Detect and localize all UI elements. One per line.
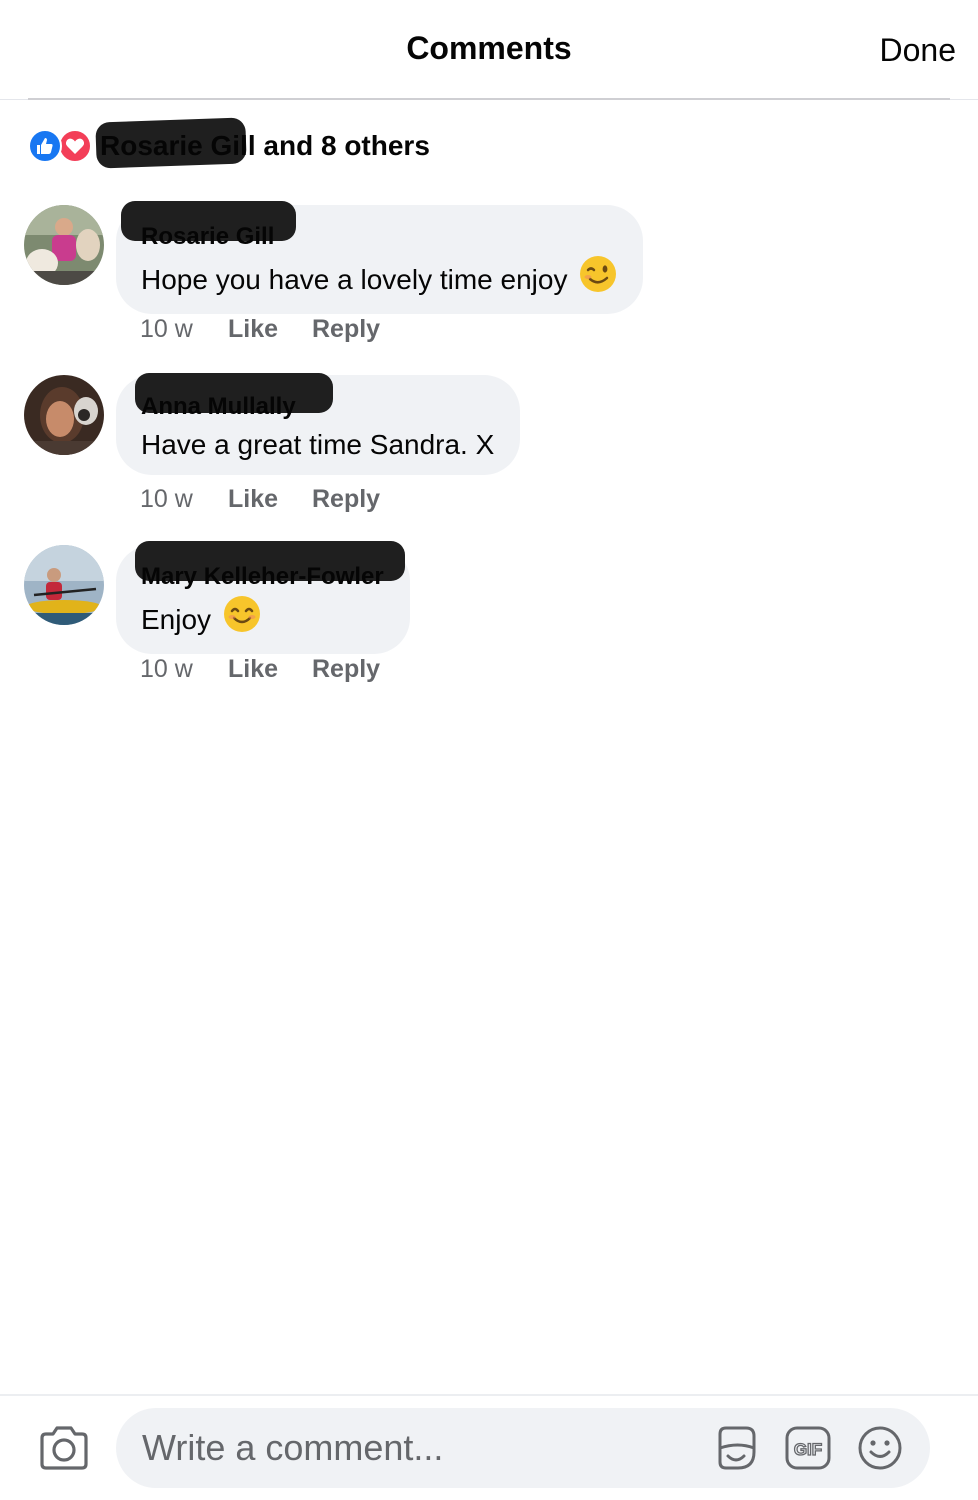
comment-composer: GIF [0, 1394, 978, 1500]
reactions-summary[interactable]: Rosarie Gill and 8 others [28, 117, 430, 169]
comment-author[interactable]: Mary Kelleher-Fowler [135, 541, 405, 591]
comment-time: 10 w [140, 315, 193, 343]
like-button[interactable]: Like [228, 485, 312, 514]
done-button[interactable]: Done [880, 32, 957, 69]
reactions-others: and 8 others [263, 130, 430, 161]
comment-text: Enjoy [141, 595, 384, 644]
comment-author[interactable]: Anna Mullally [135, 373, 494, 421]
header-divider-inner [28, 98, 950, 100]
avatar[interactable] [24, 545, 104, 625]
comment-bubble: Mary Kelleher-Fowler Enjoy [116, 541, 410, 654]
footer-divider [0, 1394, 978, 1396]
comment-text: Have a great time Sandra. X [141, 429, 495, 460]
gif-label: GIF [794, 1440, 822, 1459]
reply-button[interactable]: Reply [312, 485, 380, 514]
avatar[interactable] [24, 205, 104, 285]
love-icon [58, 129, 92, 163]
comment-meta: 10 w Like Reply [140, 485, 380, 514]
comment-bubble: Rosarie Gill Hope you have a lovely time… [116, 201, 644, 314]
comment-author[interactable]: Rosarie Gill [121, 201, 617, 251]
comment-bubble: Anna Mullally Have a great time Sandra. … [116, 373, 521, 475]
camera-icon[interactable] [38, 1424, 90, 1472]
page-title: Comments [406, 30, 572, 66]
gif-icon[interactable]: GIF [784, 1424, 832, 1472]
emoji-icon[interactable] [856, 1424, 904, 1472]
comment-time: 10 w [140, 655, 193, 683]
reply-button[interactable]: Reply [312, 315, 380, 344]
avatar[interactable] [24, 375, 104, 455]
comments-header: Comments Done [0, 0, 978, 100]
comment-meta: 10 w Like Reply [140, 315, 380, 344]
like-button[interactable]: Like [228, 315, 312, 344]
comment-input[interactable] [142, 1408, 702, 1488]
reactor-name: Rosarie Gill [100, 130, 256, 161]
comment-time: 10 w [140, 485, 193, 513]
like-icon [28, 129, 62, 163]
like-button[interactable]: Like [228, 655, 312, 684]
reply-button[interactable]: Reply [312, 655, 380, 684]
comment-meta: 10 w Like Reply [140, 655, 380, 684]
comment-box[interactable]: GIF [116, 1408, 930, 1488]
winking-face-emoji [579, 255, 617, 304]
reactions-text: Rosarie Gill and 8 others [95, 117, 430, 169]
sticker-icon[interactable] [712, 1424, 760, 1472]
comment-text: Hope you have a lovely time enjoy [141, 255, 617, 304]
smiling-face-emoji [223, 595, 261, 644]
